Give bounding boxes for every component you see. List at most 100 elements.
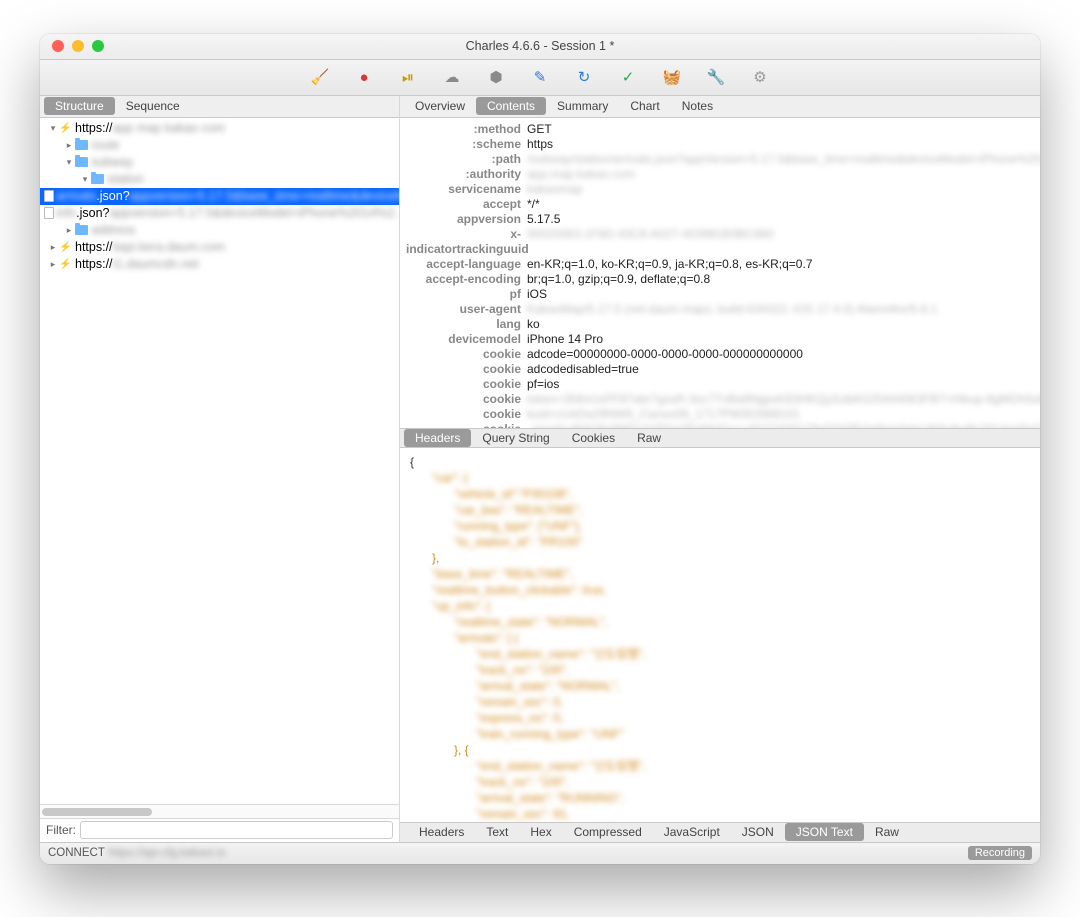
app-window: Charles 4.6.6 - Session 1 * 🧹●⏯☁⬢✎↻✓🧺🔧⚙ … <box>40 34 1040 864</box>
tree-label: .json? <box>96 189 129 203</box>
view-tab-headers[interactable]: Headers <box>408 823 475 841</box>
left-tabs: StructureSequence <box>40 96 399 118</box>
filter-bar: Filter: <box>40 818 399 842</box>
header-value: pf=ios <box>527 377 559 392</box>
disclosure-icon[interactable]: ▸ <box>64 225 74 236</box>
folder-icon <box>74 155 89 169</box>
header-value: ko <box>527 317 540 332</box>
header-value: _kauid=d94Q8x9M014YRSa2PnMHGcc=4%2243017… <box>527 422 1040 428</box>
tree-label-blur: route <box>91 138 120 152</box>
json-line: "track_no": "100", <box>410 662 1040 678</box>
tree-row[interactable]: ▸⚡https://tiapi.kera.daum.com <box>40 239 399 256</box>
cloud-icon[interactable]: ☁ <box>444 69 460 85</box>
disclosure-icon[interactable]: ▾ <box>64 157 74 168</box>
disclosure-icon[interactable]: ▸ <box>48 259 58 270</box>
json-line: "car_bas": "REALTIME", <box>410 502 1040 518</box>
request-tree[interactable]: ▾⚡https://app map kakao com▸route▾subway… <box>40 118 399 804</box>
lock-icon: ⚡ <box>58 257 73 271</box>
left-tab-structure[interactable]: Structure <box>44 97 115 115</box>
check-icon[interactable]: ✓ <box>620 69 636 85</box>
json-line: "remain_sec": 91, <box>410 806 1040 822</box>
gear-icon[interactable]: ⚙ <box>752 69 768 85</box>
tree-row[interactable]: ▾⚡https://app map kakao com <box>40 120 399 137</box>
tree-hscroll[interactable] <box>40 804 399 818</box>
bag-icon[interactable]: 🧺 <box>664 69 680 85</box>
part-tab-query-string[interactable]: Query String <box>471 429 560 447</box>
view-tab-text[interactable]: Text <box>475 823 519 841</box>
json-line: "end_station_name": "신도림행", <box>410 646 1040 662</box>
stop-icon[interactable]: ⬢ <box>488 69 504 85</box>
tree-row[interactable]: ▾station <box>40 171 399 188</box>
recording-badge[interactable]: Recording <box>968 846 1032 860</box>
disclosure-icon[interactable]: ▾ <box>48 123 58 134</box>
header-row: cookieadcode=00000000-0000-0000-0000-000… <box>406 347 1040 362</box>
view-tab-json[interactable]: JSON <box>731 823 785 841</box>
detail-tab-contents[interactable]: Contents <box>476 97 546 115</box>
view-tab-compressed[interactable]: Compressed <box>563 823 653 841</box>
header-row: devicemodeliPhone 14 Pro <box>406 332 1040 347</box>
header-value: /subway/station/arrivals.json?appVersion… <box>527 152 1040 167</box>
request-detail-tabs: OverviewContentsSummaryChartNotes <box>400 96 1040 118</box>
header-value: iOS <box>527 287 547 302</box>
left-tab-sequence[interactable]: Sequence <box>115 97 191 115</box>
tree-row[interactable]: arrivals.json?appversion=5.17.5&base_tim… <box>40 188 399 205</box>
disclosure-icon[interactable]: ▾ <box>80 174 90 185</box>
detail-tab-overview[interactable]: Overview <box>404 97 476 115</box>
part-tab-raw[interactable]: Raw <box>626 429 672 447</box>
json-line: "end_station_name": "신도림행", <box>410 758 1040 774</box>
tree-row[interactable]: info.json?appversion=5.17.5&deviceModel=… <box>40 205 399 222</box>
part-tab-cookies[interactable]: Cookies <box>561 429 626 447</box>
header-row: :path/subway/station/arrivals.json?appVe… <box>406 152 1040 167</box>
lock-icon: ⚡ <box>58 121 73 135</box>
record-icon[interactable]: ● <box>356 69 372 85</box>
detail-tab-notes[interactable]: Notes <box>671 97 724 115</box>
file-icon <box>44 189 54 203</box>
response-body-pane[interactable]: {"car": {"vehicle_id":"P30108","car_bas"… <box>400 448 1040 822</box>
broom-icon[interactable]: 🧹 <box>312 69 328 85</box>
header-row: user-agentKakaoMap/5.17.5 (net.daum.maps… <box>406 302 1040 317</box>
header-row: x-indicatortrackinguuid00020063-1F8D-43C… <box>406 227 1040 257</box>
tree-label: https:// <box>75 121 113 135</box>
tree-row[interactable]: ▸address <box>40 222 399 239</box>
detail-tab-summary[interactable]: Summary <box>546 97 619 115</box>
json-line: "arrivals": [ { <box>410 630 1040 646</box>
status-method: CONNECT <box>48 847 105 859</box>
header-key: appversion <box>406 212 521 227</box>
wrench-icon[interactable]: 🔧 <box>708 69 724 85</box>
part-tab-headers[interactable]: Headers <box>404 429 471 447</box>
tree-label-blur: app map kakao com <box>113 121 226 135</box>
header-row: accept*/* <box>406 197 1040 212</box>
tree-row[interactable]: ▸⚡https://t1.daumcdn.net <box>40 256 399 273</box>
view-tab-raw[interactable]: Raw <box>864 823 910 841</box>
pause-icon[interactable]: ⏯ <box>400 69 416 85</box>
headers-pane[interactable]: :methodGET:schemehttps:path/subway/stati… <box>400 118 1040 428</box>
view-tab-json-text[interactable]: JSON Text <box>785 823 864 841</box>
header-row: cookieadcodedisabled=true <box>406 362 1040 377</box>
filter-input[interactable] <box>80 821 393 839</box>
statusbar: CONNECT https://api-cfg.kakaoi.io Record… <box>40 842 1040 864</box>
header-key: cookie <box>406 347 521 362</box>
view-tab-javascript[interactable]: JavaScript <box>653 823 731 841</box>
disclosure-icon[interactable]: ▸ <box>64 140 74 151</box>
header-value: https <box>527 137 553 152</box>
header-row: cookietoken=356nUxPF87abr7gssR-3oc7TvBa9… <box>406 392 1040 407</box>
header-row: :methodGET <box>406 122 1040 137</box>
header-value: kakaomap <box>527 182 582 197</box>
header-key: servicename <box>406 182 521 197</box>
refresh-icon[interactable]: ↻ <box>576 69 592 85</box>
tree-row[interactable]: ▸ route <box>40 137 399 154</box>
header-value: app.map.kakao.com <box>527 167 635 182</box>
pencil-icon[interactable]: ✎ <box>532 69 548 85</box>
view-tab-hex[interactable]: Hex <box>519 823 562 841</box>
folder-icon <box>74 138 89 152</box>
header-key: :authority <box>406 167 521 182</box>
detail-tab-chart[interactable]: Chart <box>619 97 670 115</box>
tree-label-blur: arrivals <box>56 189 96 203</box>
tree-label: https:// <box>75 240 113 254</box>
tree-row[interactable]: ▾subway <box>40 154 399 171</box>
file-icon <box>44 206 54 220</box>
header-value: br;q=1.0, gzip;q=0.9, deflate;q=0.8 <box>527 272 710 287</box>
header-row: accept-encodingbr;q=1.0, gzip;q=0.9, def… <box>406 272 1040 287</box>
disclosure-icon[interactable]: ▸ <box>48 242 58 253</box>
header-row: accept-languageen-KR;q=1.0, ko-KR;q=0.9,… <box>406 257 1040 272</box>
